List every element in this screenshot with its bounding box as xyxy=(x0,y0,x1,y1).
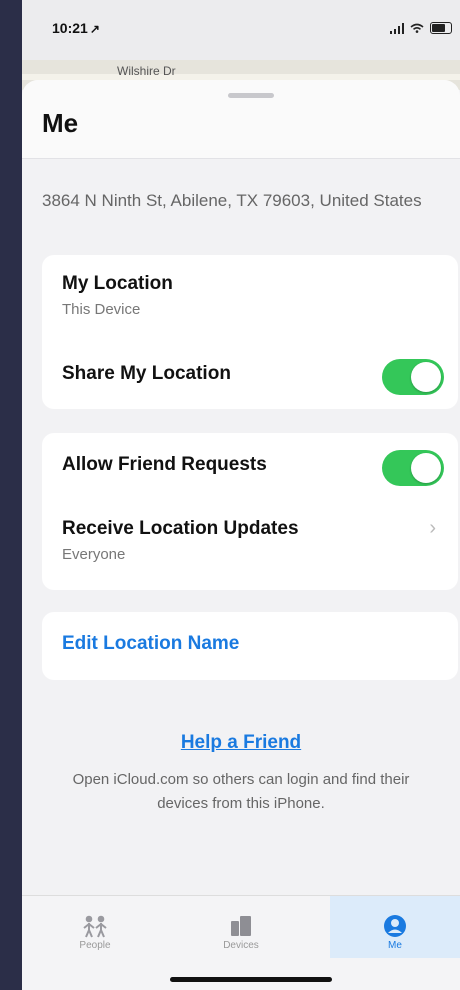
help-description: Open iCloud.com so others can login and … xyxy=(72,771,410,812)
status-icons xyxy=(390,22,452,34)
battery-icon xyxy=(430,22,452,34)
toggle-knob xyxy=(411,453,441,483)
person-icon xyxy=(384,915,406,937)
tab-people[interactable]: People xyxy=(22,896,168,958)
tab-devices-label: Devices xyxy=(223,940,259,951)
help-a-friend-link[interactable]: Help a Friend xyxy=(22,732,460,754)
share-location-toggle[interactable] xyxy=(382,359,444,395)
status-bar: 10:21 ↗ xyxy=(22,0,460,60)
edit-location-name-button[interactable]: Edit Location Name xyxy=(62,633,239,655)
allow-friend-requests-toggle[interactable] xyxy=(382,450,444,486)
my-location-value: This Device xyxy=(62,301,141,318)
page-title: Me xyxy=(42,108,79,138)
phone-screen: 10:21 ↗ Wilshire Dr Me 3864 N Ninth St, A… xyxy=(22,0,460,990)
chevron-right-icon: › xyxy=(429,517,436,539)
toggle-knob xyxy=(411,362,441,392)
sheet-grabber[interactable] xyxy=(228,93,274,98)
tab-me[interactable]: Me xyxy=(330,896,460,958)
current-address: 3864 N Ninth St, Abilene, TX 79603, Unit… xyxy=(42,191,422,210)
tab-devices[interactable]: Devices xyxy=(168,896,314,958)
map-street-label: Wilshire Dr xyxy=(117,64,176,78)
tab-me-label: Me xyxy=(388,940,402,951)
receive-location-updates-value: Everyone xyxy=(62,546,126,563)
status-time: 10:21 ↗ xyxy=(52,20,100,36)
location-settings-card: My Location This Device Share My Locatio… xyxy=(42,255,458,409)
people-icon xyxy=(83,915,107,938)
my-location-row[interactable]: My Location This Device xyxy=(62,273,438,318)
tab-bar: People Devices Me xyxy=(22,895,460,990)
home-indicator[interactable] xyxy=(170,977,332,982)
my-location-label: My Location xyxy=(62,273,173,294)
signal-icon xyxy=(390,22,404,34)
friends-settings-card: Allow Friend Requests Receive Location U… xyxy=(42,433,458,590)
devices-icon xyxy=(231,916,251,936)
bottom-sheet: Me 3864 N Ninth St, Abilene, TX 79603, U… xyxy=(22,80,460,990)
wifi-icon xyxy=(410,23,424,33)
tab-people-label: People xyxy=(79,940,111,951)
receive-location-updates-label: Receive Location Updates xyxy=(62,518,299,539)
receive-location-updates-row[interactable]: Receive Location Updates Everyone xyxy=(62,518,438,563)
location-arrow-icon: ↗ xyxy=(89,22,100,36)
edit-location-card: Edit Location Name xyxy=(42,612,458,680)
sheet-header: Me xyxy=(22,80,460,159)
